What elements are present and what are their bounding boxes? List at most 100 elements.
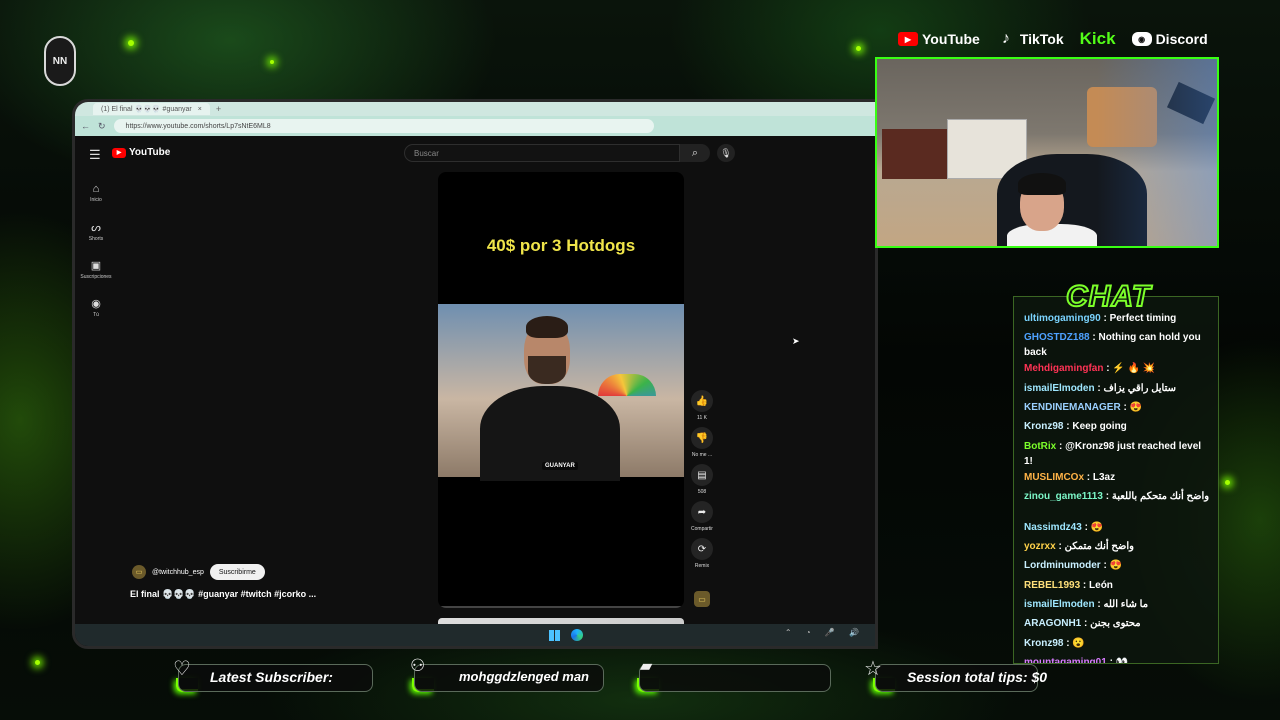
sidebar-item-tu[interactable]: ◉ Tú	[75, 288, 117, 326]
channel-thumbnail-icon[interactable]: ▭	[694, 591, 710, 607]
chat-username[interactable]: BotRix	[1024, 441, 1056, 452]
chat-message: KENDINEMANAGER : 😍	[1024, 400, 1212, 415]
mic-icon[interactable]: 🎙	[717, 144, 735, 162]
chat-username[interactable]: REBEL1993	[1024, 580, 1080, 591]
chat-message: Nassimdz43 : 😍	[1024, 520, 1212, 535]
chat-separator: :	[1056, 440, 1066, 452]
back-icon[interactable]: ←	[81, 121, 90, 131]
person-beard	[528, 356, 566, 384]
video-watermark: GUANYAR	[542, 462, 578, 470]
comments-count: 508	[697, 489, 707, 495]
chat-message: ismailElmoden : ستايل راقي يزاف	[1024, 381, 1212, 396]
user-icon: ⚇	[410, 656, 426, 675]
menu-icon[interactable]: ☰	[89, 147, 101, 163]
edge-browser-icon[interactable]	[571, 629, 583, 641]
youtube-sidebar: ⌂ Inicio ᔕ Shorts ▣ Suscripciones ◉ Tú	[75, 174, 117, 326]
url-field[interactable]: https://www.youtube.com/shorts/Lp7sNtE6M…	[113, 119, 654, 133]
chat-username[interactable]: Kronz98	[1024, 421, 1063, 432]
browser-tab[interactable]: (1) El final 💀💀💀 #guanyar ×	[93, 103, 210, 115]
chat-username[interactable]: MUSLIMCOx	[1024, 472, 1084, 483]
chat-username[interactable]: Kronz98	[1024, 638, 1063, 649]
short-progress-bar[interactable]	[438, 606, 684, 608]
chat-username[interactable]: yozrxx	[1024, 541, 1056, 552]
beach-umbrella	[598, 374, 656, 396]
sidebar-item-label: Shorts	[88, 235, 104, 242]
share-action[interactable]: ➦ Compartir	[687, 501, 717, 532]
subscriptions-icon: ▣	[90, 259, 102, 272]
search-icon[interactable]: ⌕	[680, 144, 710, 162]
like-icon[interactable]: 👍	[691, 390, 713, 412]
chat-username[interactable]: Nassimdz43	[1024, 522, 1082, 533]
tab-bar: (1) El final 💀💀💀 #guanyar × +	[75, 102, 875, 116]
short-video-frame: GUANYAR	[438, 304, 684, 481]
streamer-logo: NN	[44, 36, 76, 86]
youtube-logo-text: YouTube	[129, 147, 171, 158]
close-icon[interactable]: ×	[198, 106, 202, 113]
dislike-icon[interactable]: 👎	[691, 427, 713, 449]
chat-username[interactable]: GHOSTDZ188	[1024, 332, 1090, 343]
dislike-action[interactable]: 👎 No me ...	[687, 427, 717, 458]
windows-start-icon[interactable]	[549, 630, 560, 641]
remix-label: Remix	[694, 563, 710, 569]
latest-subscriber-label: Latest Subscriber:	[210, 669, 333, 685]
short-video-player[interactable]: 40$ por 3 Hotdogs GUANYAR	[438, 172, 684, 608]
like-count: 11 K	[697, 415, 707, 421]
social-discord: ◉ Discord	[1131, 31, 1208, 47]
youtube-icon: ▶	[898, 32, 918, 46]
chat-username[interactable]: Mehdigamingfan	[1024, 363, 1103, 374]
chat-text: 😍	[1090, 521, 1104, 533]
chat-message: GHOSTDZ188 : Nothing can hold you back	[1024, 330, 1212, 360]
comments-action[interactable]: ▤ 508	[687, 464, 717, 495]
sidebar-item-suscripciones[interactable]: ▣ Suscripciones	[75, 250, 117, 288]
short-overlay-title: 40$ por 3 Hotdogs	[486, 236, 636, 255]
chat-text: واضح أنك متمكن	[1064, 541, 1134, 553]
share-label: Compartir	[691, 526, 713, 532]
social-label: YouTube	[922, 31, 980, 47]
subscribe-button[interactable]: Suscribirme	[209, 564, 265, 580]
sidebar-item-shorts[interactable]: ᔕ Shorts	[75, 212, 117, 250]
glow-spark	[270, 60, 274, 64]
sidebar-item-inicio[interactable]: ⌂ Inicio	[75, 174, 117, 212]
discord-icon: ◉	[1131, 32, 1152, 46]
social-links: ▶ YouTube ♪ TikTok Kick ◉ Discord	[898, 28, 1208, 50]
sidebar-item-label: Tú	[93, 311, 99, 318]
chat-username[interactable]: ARAGONH1	[1024, 618, 1081, 629]
chat-message: REBEL1993 : León	[1024, 578, 1212, 593]
share-icon[interactable]: ➦	[691, 501, 713, 523]
channel-avatar[interactable]: ▭	[132, 565, 146, 579]
chat-separator: :	[1055, 541, 1065, 553]
chat-text: ستايل راقي يزاف	[1103, 382, 1176, 394]
channel-name[interactable]: @twitchhub_esp	[152, 569, 204, 576]
chat-message: ARAGONH1 : محتوى بجنن	[1024, 616, 1212, 631]
star-icon: ☆	[864, 658, 882, 680]
system-tray[interactable]: ⌃ ◔ 🎤 🔊	[785, 628, 865, 637]
comment-icon[interactable]: ▤	[691, 464, 713, 486]
room-shelf	[882, 129, 952, 179]
short-caption[interactable]: El final 💀💀💀 #guanyar #twitch #jcorko ..…	[130, 589, 316, 600]
gift-icon: ▰	[640, 658, 653, 675]
chat-text: واضح أنك متحكم باللعبة	[1111, 490, 1210, 502]
chat-username[interactable]: Lordminumoder	[1024, 560, 1101, 571]
chat-separator: :	[1084, 471, 1093, 483]
new-tab-icon[interactable]: +	[216, 104, 221, 114]
remix-action[interactable]: ⟳ Remix	[687, 538, 717, 569]
social-youtube: ▶ YouTube	[898, 31, 980, 47]
remix-icon[interactable]: ⟳	[691, 538, 713, 560]
chat-username[interactable]: KENDINEMANAGER	[1024, 402, 1121, 413]
stream-bottom-bar: ♡ Latest Subscriber: ⚇ mohggdzlenged man…	[0, 652, 1280, 712]
search-input[interactable]: Buscar	[404, 144, 680, 162]
heart-icon: ♡	[173, 658, 191, 680]
chat-username[interactable]: zinou_game1113	[1024, 491, 1103, 502]
chat-message: Kronz98 : 😮	[1024, 636, 1212, 651]
like-action[interactable]: 👍 11 K	[687, 390, 717, 421]
chat-username[interactable]: ismailElmoden	[1024, 599, 1095, 610]
chat-message: MUSLIMCOx : L3az	[1024, 470, 1212, 485]
donation-panel	[639, 664, 831, 692]
youtube-logo[interactable]: ▶ YouTube	[112, 147, 170, 158]
chat-username[interactable]: ultimogaming90	[1024, 313, 1101, 324]
youtube-header: ☰ ▶ YouTube Buscar ⌕ 🎙	[75, 139, 875, 167]
chat-username[interactable]: ismailElmoden	[1024, 383, 1095, 394]
chat-message: Kronz98 : Keep going	[1024, 419, 1212, 434]
social-kick: Kick	[1080, 29, 1116, 49]
reload-icon[interactable]: ↻	[98, 121, 106, 132]
